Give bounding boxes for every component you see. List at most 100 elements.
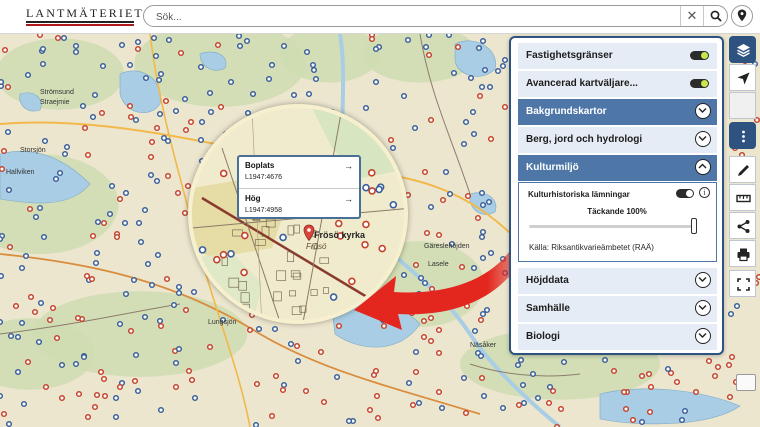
site-marker [478, 83, 486, 91]
site-marker [560, 358, 568, 366]
site-marker [89, 113, 97, 121]
bubble-site-marker [241, 231, 249, 240]
site-marker [100, 219, 108, 227]
arrow-right-icon: → [344, 161, 353, 171]
chevron-down-icon[interactable] [695, 300, 711, 316]
site-marker [415, 399, 423, 407]
share-button[interactable] [729, 212, 756, 239]
site-marker [279, 386, 287, 394]
site-marker [46, 316, 54, 324]
legend-button[interactable] [736, 374, 756, 391]
site-marker [545, 399, 553, 407]
site-marker [486, 83, 494, 91]
site-marker [157, 70, 165, 78]
layer-group-biologi[interactable]: Biologi [518, 324, 717, 350]
site-marker [280, 381, 288, 389]
opacity-slider-track[interactable] [529, 225, 694, 228]
site-marker [88, 275, 96, 283]
layer-row-avancerad-kartvaljare[interactable]: Avancerad kartväljare... [518, 71, 717, 97]
popup-item[interactable]: Hög L1947:4958 → [239, 190, 359, 220]
site-marker [271, 325, 279, 333]
print-button[interactable] [729, 240, 756, 267]
layer-toggle[interactable] [690, 79, 709, 88]
my-location-button[interactable] [731, 5, 753, 27]
site-marker [53, 334, 61, 342]
site-marker [622, 405, 630, 413]
site-marker [60, 34, 68, 42]
site-marker [479, 37, 487, 45]
layers-icon [737, 44, 750, 57]
site-marker [153, 124, 161, 132]
site-marker [681, 407, 689, 415]
fullscreen-icon [737, 278, 750, 291]
site-marker [0, 318, 4, 326]
more-button[interactable] [729, 122, 756, 149]
site-marker [287, 340, 295, 348]
info-icon[interactable]: i [699, 187, 710, 198]
site-marker [647, 383, 655, 391]
site-marker [150, 34, 158, 42]
site-marker [255, 325, 263, 333]
layer-group-bakgrundskartor[interactable]: Bakgrundskartor [518, 99, 717, 125]
sublayer-card: Kulturhistoriska lämningar i Täckande 10… [518, 182, 717, 262]
site-marker [127, 113, 135, 121]
layer-group-berg-jord-hydrologi[interactable]: Berg, jord och hydrologi [518, 127, 717, 153]
site-marker [147, 153, 155, 161]
site-marker [664, 365, 672, 373]
site-marker [445, 34, 453, 39]
draw-icon [738, 165, 749, 176]
toggle-knob [701, 52, 708, 59]
popup-item[interactable]: Boplats L1947:4676 → [239, 157, 359, 187]
chevron-up-icon[interactable] [695, 159, 711, 175]
draw-button[interactable] [729, 156, 756, 183]
site-marker [40, 233, 48, 241]
lake [454, 40, 496, 77]
site-marker [97, 368, 105, 376]
site-marker [18, 264, 26, 272]
opacity-slider-handle[interactable] [691, 218, 697, 234]
site-marker [122, 290, 130, 298]
clear-search-button[interactable]: ✕ [682, 6, 702, 26]
site-marker [191, 394, 199, 402]
layers-button[interactable] [729, 36, 756, 63]
site-marker [246, 326, 254, 334]
site-marker [425, 51, 433, 59]
site-marker [345, 417, 353, 425]
layer-row-fastighetsgranser[interactable]: Fastighetsgränser [518, 43, 717, 69]
site-marker [517, 356, 525, 364]
site-marker [14, 368, 22, 376]
site-marker [35, 338, 43, 346]
layer-group-samhalle[interactable]: Samhälle [518, 296, 717, 322]
navigate-button[interactable] [729, 64, 756, 91]
site-marker [18, 319, 26, 327]
chevron-down-icon[interactable] [695, 131, 711, 147]
tool-button-disabled[interactable] [729, 92, 756, 119]
chevron-down-icon[interactable] [695, 328, 711, 344]
chevron-down-icon[interactable] [695, 103, 711, 119]
search-input[interactable] [156, 10, 676, 24]
logo-text: LANTMÄTERIET [26, 6, 144, 20]
layer-toggle[interactable] [690, 51, 709, 60]
layer-group-hojddata[interactable]: Höjddata [518, 268, 717, 294]
site-marker [601, 356, 609, 364]
layer-group-label: Biologi [526, 331, 560, 342]
site-marker [303, 48, 311, 56]
lantmateriet-logo[interactable]: LANTMÄTERIET [26, 6, 142, 26]
site-marker [249, 90, 257, 98]
site-marker [235, 34, 243, 40]
site-marker [501, 103, 509, 111]
logo-underline [26, 21, 134, 23]
measure-button[interactable] [729, 184, 756, 211]
sublayer-toggle[interactable] [676, 189, 694, 198]
site-marker [520, 399, 528, 407]
chevron-down-icon[interactable] [695, 272, 711, 288]
opacity-label: Täckande 100% [587, 207, 647, 216]
fullscreen-button[interactable] [729, 270, 756, 297]
site-marker [72, 48, 80, 56]
site-marker [272, 372, 280, 380]
search-icon [710, 10, 722, 22]
toggle-knob [701, 80, 708, 87]
search-button[interactable] [705, 6, 727, 26]
layer-group-kulturmiljo[interactable]: Kulturmiljö [518, 155, 717, 181]
site-marker [534, 394, 542, 402]
